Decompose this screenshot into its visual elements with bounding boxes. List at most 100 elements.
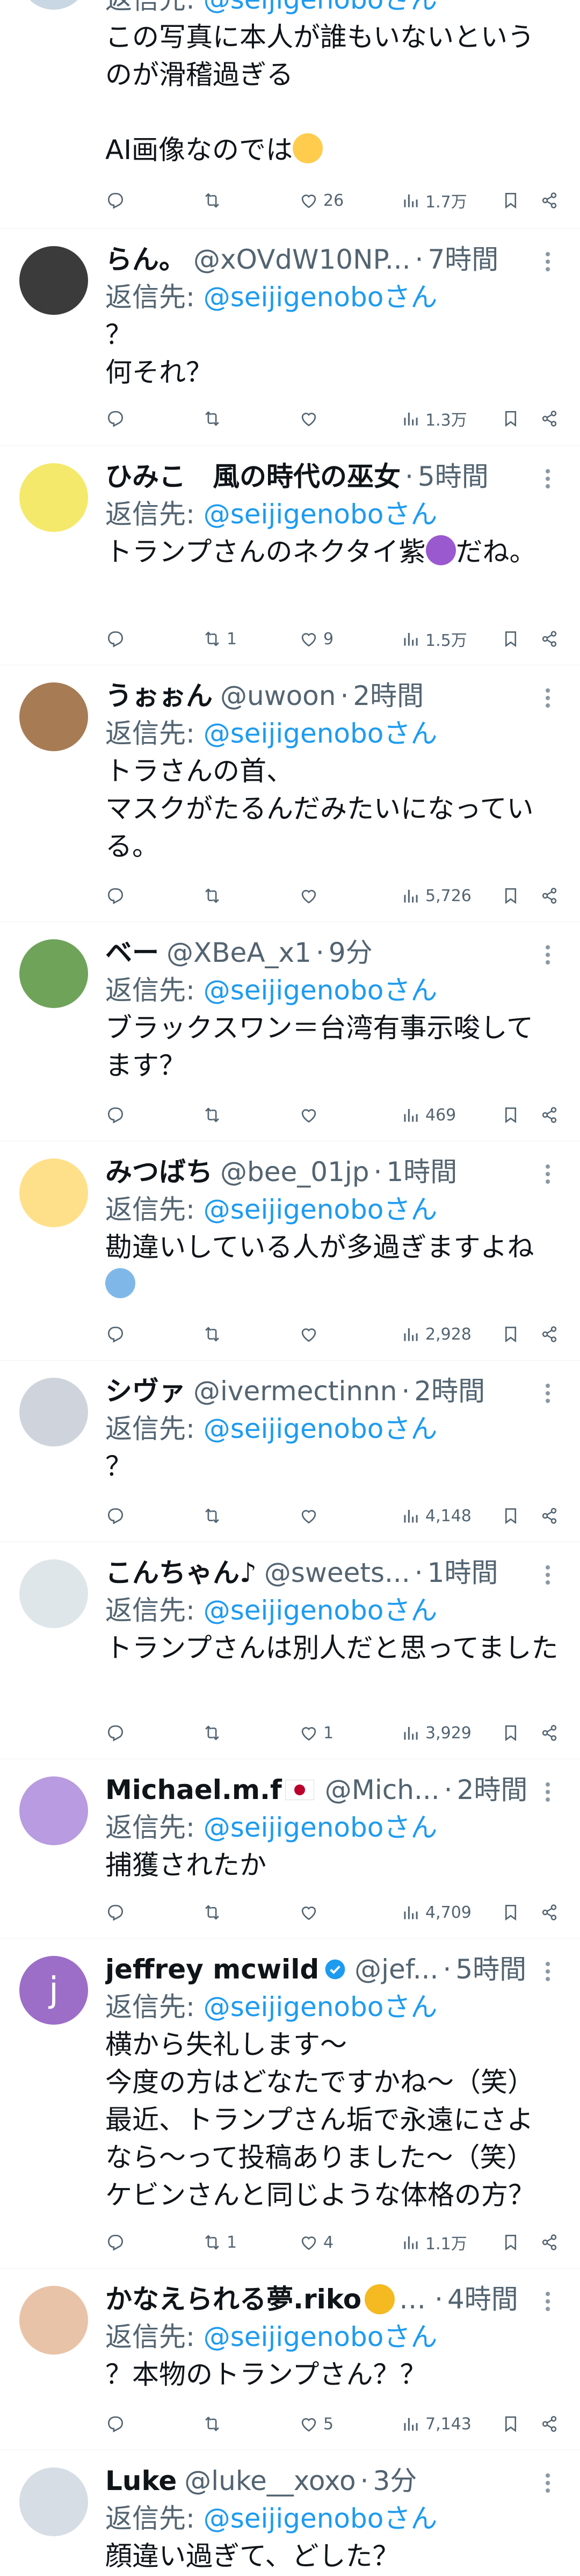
- more-options-icon[interactable]: [537, 1781, 559, 1802]
- views-button[interactable]: 469: [401, 1105, 456, 1125]
- like-button[interactable]: [299, 1506, 323, 1526]
- more-options-icon[interactable]: [537, 1564, 559, 1585]
- user-handle[interactable]: @jef...: [354, 1951, 438, 1988]
- tweet-item[interactable]: Luke @luke__xoxo · 3分 返信先: @seijigenoboさん 顔…: [0, 2450, 580, 2576]
- user-handle[interactable]: @sweets...: [264, 1554, 410, 1592]
- avatar[interactable]: [19, 0, 88, 10]
- views-button[interactable]: 3,929: [401, 1723, 472, 1743]
- like-button[interactable]: [299, 1902, 323, 1923]
- like-button[interactable]: [299, 1324, 323, 1344]
- reply-button[interactable]: [105, 629, 130, 649]
- avatar[interactable]: [19, 682, 88, 751]
- reply-to-link[interactable]: @seijigenoboさん: [204, 1194, 438, 1225]
- user-handle[interactable]: @luke__xoxo: [184, 2462, 356, 2500]
- more-options-icon[interactable]: [537, 1163, 559, 1184]
- bookmark-button[interactable]: [501, 1506, 521, 1526]
- avatar[interactable]: [19, 246, 88, 315]
- share-button[interactable]: [539, 1902, 560, 1923]
- retweet-button[interactable]: [202, 408, 227, 429]
- retweet-button[interactable]: 1: [202, 2232, 237, 2253]
- bookmark-button[interactable]: [501, 1723, 521, 1743]
- more-options-icon[interactable]: [537, 250, 559, 272]
- tweet-item[interactable]: うぉぉん @uwoon · 2時間 返信先: @seijigenoboさん トラさんの…: [0, 665, 580, 922]
- like-button[interactable]: [299, 886, 323, 906]
- retweet-button[interactable]: [202, 886, 227, 906]
- display-name[interactable]: Michael.m.f: [105, 1771, 282, 1809]
- retweet-button[interactable]: [202, 2414, 227, 2434]
- share-button[interactable]: [539, 2414, 560, 2434]
- views-button[interactable]: 5,726: [401, 886, 472, 906]
- bookmark-button[interactable]: [501, 2414, 521, 2434]
- reply-button[interactable]: [105, 1723, 130, 1743]
- tweet-item[interactable]: みつばち @bee_01jp · 1時間 返信先: @seijigenoboさん 勘違…: [0, 1141, 580, 1361]
- retweet-button[interactable]: 1: [202, 629, 237, 649]
- bookmark-button[interactable]: [501, 1324, 521, 1344]
- display-name[interactable]: みつばち: [105, 1153, 213, 1191]
- tweet-time[interactable]: 3分: [373, 2462, 417, 2500]
- bookmark-button[interactable]: [501, 629, 521, 649]
- tweet-item[interactable]: j jeffrey mcwild @jef... · 5時間 返信先: @seijig…: [0, 1939, 580, 2269]
- tweet-time[interactable]: 1時間: [427, 1554, 498, 1592]
- tweet-time[interactable]: 2時間: [414, 1372, 485, 1410]
- share-button[interactable]: [539, 2232, 560, 2253]
- reply-to-link[interactable]: @seijigenoboさん: [204, 1991, 438, 2023]
- like-button[interactable]: 4: [299, 2232, 334, 2253]
- reply-button[interactable]: [105, 1902, 130, 1923]
- views-button[interactable]: 1.7万: [401, 189, 467, 212]
- tweet-time[interactable]: 7時間: [427, 241, 498, 278]
- views-button[interactable]: 4,148: [401, 1506, 472, 1526]
- display-name[interactable]: らん。: [105, 241, 186, 278]
- bookmark-button[interactable]: [501, 2232, 521, 2253]
- share-button[interactable]: [539, 190, 560, 211]
- tweet-item[interactable]: ひみこ 風の時代の巫女 · 5時間 返信先: @seijigenoboさん トランプ…: [0, 446, 580, 665]
- tweet-time[interactable]: 2時間: [353, 677, 424, 715]
- reply-to-link[interactable]: @seijigenoboさん: [204, 1812, 438, 1843]
- more-options-icon[interactable]: [537, 467, 559, 489]
- reply-button[interactable]: [105, 1506, 130, 1526]
- tweet-time[interactable]: 1時間: [386, 1153, 457, 1191]
- bookmark-button[interactable]: [501, 190, 521, 211]
- reply-to-link[interactable]: @seijigenoboさん: [204, 499, 438, 530]
- display-name[interactable]: ひみこ 風の時代の巫女: [105, 458, 401, 495]
- reply-to-link[interactable]: @seijigenoboさん: [204, 975, 438, 1006]
- user-handle[interactable]: @XBeA_x1: [166, 934, 311, 972]
- retweet-button[interactable]: [202, 1506, 227, 1526]
- avatar[interactable]: [19, 1776, 88, 1845]
- display-name[interactable]: ベー: [105, 934, 159, 972]
- reply-to-link[interactable]: @seijigenoboさん: [204, 718, 438, 749]
- user-handle[interactable]: @ivermectinnn: [193, 1372, 397, 1410]
- reply-button[interactable]: [105, 1105, 130, 1125]
- display-name[interactable]: こんちゃん♪: [105, 1554, 257, 1592]
- reply-to-link[interactable]: @seijigenoboさん: [204, 1413, 438, 1444]
- tweet-item[interactable]: こんちゃん♪ @sweets... · 1時間 返信先: @seijigenoboさん…: [0, 1542, 580, 1759]
- share-button[interactable]: [539, 629, 560, 649]
- like-button[interactable]: 1: [299, 1723, 334, 1743]
- display-name[interactable]: うぉぉん: [105, 677, 213, 715]
- reply-button[interactable]: [105, 2232, 130, 2253]
- avatar[interactable]: [19, 939, 88, 1008]
- share-button[interactable]: [539, 1723, 560, 1743]
- like-button[interactable]: 9: [299, 629, 334, 649]
- like-button[interactable]: [299, 1105, 323, 1125]
- views-button[interactable]: 4,709: [401, 1902, 472, 1923]
- tweet-item[interactable]: Michael.m.f @Mich... · 2時間 返信先: @seijigenob…: [0, 1759, 580, 1939]
- tweet-item[interactable]: シヴァ @ivermectinnn · 2時間 返信先: @seijigenoboさん…: [0, 1361, 580, 1542]
- reply-button[interactable]: [105, 408, 130, 429]
- tweet-item[interactable]: かなえられる夢.riko… · 4時間 返信先: @seijigenoboさん ？本…: [0, 2269, 580, 2450]
- bookmark-button[interactable]: [501, 1902, 521, 1923]
- reply-button[interactable]: [105, 190, 130, 211]
- reply-button[interactable]: [105, 2414, 130, 2434]
- views-button[interactable]: 7,143: [401, 2414, 472, 2434]
- tweet-item[interactable]: 返信先: @seijigenoboさん この写真に本人が誰もいないというのが滑稽…: [0, 0, 580, 229]
- retweet-button[interactable]: [202, 1902, 227, 1923]
- views-button[interactable]: 2,928: [401, 1324, 472, 1344]
- display-name[interactable]: Luke: [105, 2462, 177, 2500]
- views-button[interactable]: 1.1万: [401, 2230, 467, 2254]
- like-button[interactable]: 26: [299, 190, 344, 211]
- retweet-button[interactable]: [202, 1324, 227, 1344]
- user-handle[interactable]: @uwoon: [220, 677, 336, 715]
- reply-button[interactable]: [105, 886, 130, 906]
- bookmark-button[interactable]: [501, 408, 521, 429]
- reply-to-link[interactable]: @seijigenoboさん: [204, 2321, 438, 2352]
- avatar[interactable]: [19, 2467, 88, 2536]
